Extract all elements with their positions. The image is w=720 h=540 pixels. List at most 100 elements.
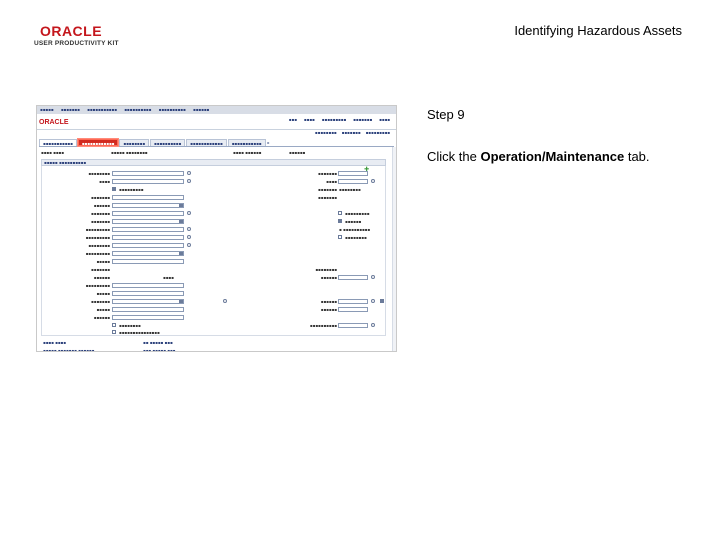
lookup-icon[interactable] [371,299,375,303]
form-row: ▪▪▪▪▪▪▪ [318,195,337,200]
form-row: ▪▪▪▪▪ [42,291,242,298]
lookup-icon[interactable] [187,227,191,231]
form-row: ▪▪▪▪▪▪▪▪▪ [42,283,242,290]
form-row: ▪▪▪▪▪▪▪ [42,211,242,218]
footer-links: ▪▪▪▪ ▪▪▪▪ ▪▪ ▪▪▪▪▪ ▪▪▪ ▪▪▪▪▪ ▪▪▪▪▪▪▪ ▪▪▪… [43,340,175,351]
tab-scroll-icon[interactable]: ▸ [267,139,271,146]
lookup-icon[interactable] [187,179,191,183]
form-row: ▪▪▪▪▪▪ [242,275,387,282]
checkbox[interactable] [112,330,116,334]
checkbox[interactable] [112,323,116,327]
lookup-icon[interactable] [371,179,375,183]
form-row: ▪▪▪▪▪▪ ▪▪▪▪ [93,275,174,280]
form-field[interactable] [112,171,184,176]
form-row: ▪▪▪▪▪▪▪▪▪▪ [242,323,387,330]
checkbox[interactable] [112,187,116,191]
lookup-icon[interactable] [371,323,375,327]
detail-icon[interactable] [380,299,384,303]
footer-link[interactable]: ▪▪▪ ▪▪▪▪▪ ▪▪▪ [143,348,175,351]
form-row: ▪▪▪▪▪▪▪ ▪▪▪▪▪▪▪▪ [318,187,361,192]
form-row: ▪▪▪▪▪▪▪▪▪ [242,211,387,218]
form-field[interactable] [338,307,368,312]
breadcrumb-item: ▪▪▪▪▪▪▪▪▪▪ [158,107,186,112]
dropdown-field[interactable] [112,251,184,256]
slide-title: Identifying Hazardous Assets [514,23,682,38]
form-row: ▪▪▪▪▪▪▪ [242,171,387,178]
checkbox[interactable] [338,211,342,215]
tab-operation-maintenance[interactable]: ▪▪▪▪▪▪▪▪▪▪▪▪ [77,139,119,146]
form-row: ▪▪▪▪▪▪ [242,307,387,314]
form-field[interactable] [112,195,184,200]
dropdown-field[interactable] [112,299,184,304]
form-field[interactable] [338,179,368,184]
app-tab-strip: ▪▪▪▪▪▪▪▪▪▪▪ ▪▪▪▪▪▪▪▪▪▪▪▪ ▪▪▪▪▪▪▪▪ ▪▪▪▪▪▪… [39,139,394,147]
vertical-scrollbar[interactable] [392,147,396,351]
dropdown-field[interactable] [112,219,184,224]
form-field[interactable] [112,227,184,232]
form-field[interactable] [338,275,368,280]
form-row: ▪▪▪▪▪▪ [242,219,387,226]
form-row: ▪▪▪▪▪▪ [242,299,387,306]
instruction-prefix: Click the [427,149,481,164]
tab-location-comments[interactable]: ▪▪▪▪▪▪▪▪▪▪▪▪ [186,139,227,146]
step-instruction: Click the Operation/Maintenance tab. [427,149,650,164]
form-row: ▪▪▪▪▪▪▪▪▪ [42,251,242,258]
oracle-logo-text: ORACLE [39,23,103,39]
form-field[interactable] [112,243,184,248]
lookup-icon[interactable] [187,171,191,175]
footer-link[interactable]: ▪▪ ▪▪▪▪▪ ▪▪▪ [143,340,173,345]
form-field[interactable] [112,235,184,240]
form-field[interactable] [112,283,184,288]
checkbox[interactable] [338,235,342,239]
breadcrumb-bar: ▪▪▪▪▪ ▪▪▪▪▪▪▪ ▪▪▪▪▪▪▪▪▪▪▪ ▪▪▪▪▪▪▪▪▪▪ ▪▪▪… [37,106,396,114]
dropdown-field[interactable] [112,203,184,208]
form-row: ▪▪▪▪▪▪ [42,203,242,210]
form-row: ▪ ▪▪▪▪▪▪▪▪▪▪ [339,227,371,232]
asset-form: ▪▪▪▪▪▪▪▪ ▪▪▪▪ ▪▪▪▪▪▪▪▪▪ ▪▪▪▪▪▪▪ ▪▪▪▪▪▪ ▪… [41,166,386,336]
form-row: ▪▪▪▪▪▪▪▪▪ [42,227,242,234]
lookup-icon[interactable] [187,235,191,239]
form-field[interactable] [112,291,184,296]
form-row: ▪▪▪▪ [42,179,242,186]
breadcrumb-item: ▪▪▪▪▪ [40,107,54,112]
form-field[interactable] [338,171,368,176]
form-field[interactable] [112,315,184,320]
form-row: ▪▪▪▪▪▪▪▪ [315,267,337,272]
lookup-icon[interactable] [223,299,227,303]
app-page-links: ▪▪▪▪▪▪▪▪ ▪▪▪▪▪▪▪ ▪▪▪▪▪▪▪▪▪ [314,130,390,135]
form-field[interactable] [338,323,368,328]
instruction-suffix: tab. [624,149,650,164]
tab-general-information[interactable]: ▪▪▪▪▪▪▪▪▪▪▪ [39,139,77,146]
app-oracle-logo: ORACLE [39,119,69,126]
application-screenshot: ▪▪▪▪▪ ▪▪▪▪▪▪▪ ▪▪▪▪▪▪▪▪▪▪▪ ▪▪▪▪▪▪▪▪▪▪ ▪▪▪… [36,105,397,352]
app-brand-bar: ORACLE ▪▪▪ ▪▪▪▪ ▪▪▪▪▪▪▪▪▪ ▪▪▪▪▪▪▪ ▪▪▪▪ [37,114,396,130]
lookup-icon[interactable] [371,275,375,279]
form-row: ▪▪▪▪▪▪▪▪▪▪▪▪▪▪▪ [42,330,242,337]
step-number: Step 9 [427,107,465,122]
footer-link[interactable]: ▪▪▪▪ ▪▪▪▪ [43,340,66,345]
instruction-target: Operation/Maintenance [480,149,625,164]
tab-asset-acquisition[interactable]: ▪▪▪▪▪▪▪▪▪▪ [150,139,186,146]
checkbox[interactable] [338,219,342,223]
app-top-links: ▪▪▪ ▪▪▪▪ ▪▪▪▪▪▪▪▪▪ ▪▪▪▪▪▪▪ ▪▪▪▪ [288,117,390,122]
breadcrumb-item: ▪▪▪▪▪▪▪ [60,107,80,112]
form-row: ▪▪▪▪▪▪▪▪ [242,235,387,242]
form-field[interactable] [112,259,184,264]
footer-link[interactable]: ▪▪▪▪▪ ▪▪▪▪▪▪▪ ▪▪▪▪▪▪ [43,348,94,351]
form-row: ▪▪▪▪▪▪▪ [91,267,110,272]
breadcrumb-item: ▪▪▪▪▪▪▪▪▪▪▪ [87,107,117,112]
form-field[interactable] [112,179,184,184]
upk-logo-subtext: USER PRODUCTIVITY KIT [34,40,119,47]
form-row: ▪▪▪▪▪▪▪ [42,299,242,306]
lookup-icon[interactable] [187,243,191,247]
form-row: ▪▪▪▪▪▪ [42,315,242,322]
form-field[interactable] [112,307,184,312]
tab-manufacturer[interactable]: ▪▪▪▪▪▪▪▪▪▪▪ [227,139,266,146]
form-row: ▪▪▪▪▪▪▪▪ [42,243,242,250]
form-field[interactable] [338,299,368,304]
lookup-icon[interactable] [187,211,191,215]
form-row: ▪▪▪▪▪ [42,259,242,266]
form-row: ▪▪▪▪▪▪▪ [42,195,242,202]
tab-asset-information[interactable]: ▪▪▪▪▪▪▪▪ [119,139,150,146]
form-field[interactable] [112,211,184,216]
